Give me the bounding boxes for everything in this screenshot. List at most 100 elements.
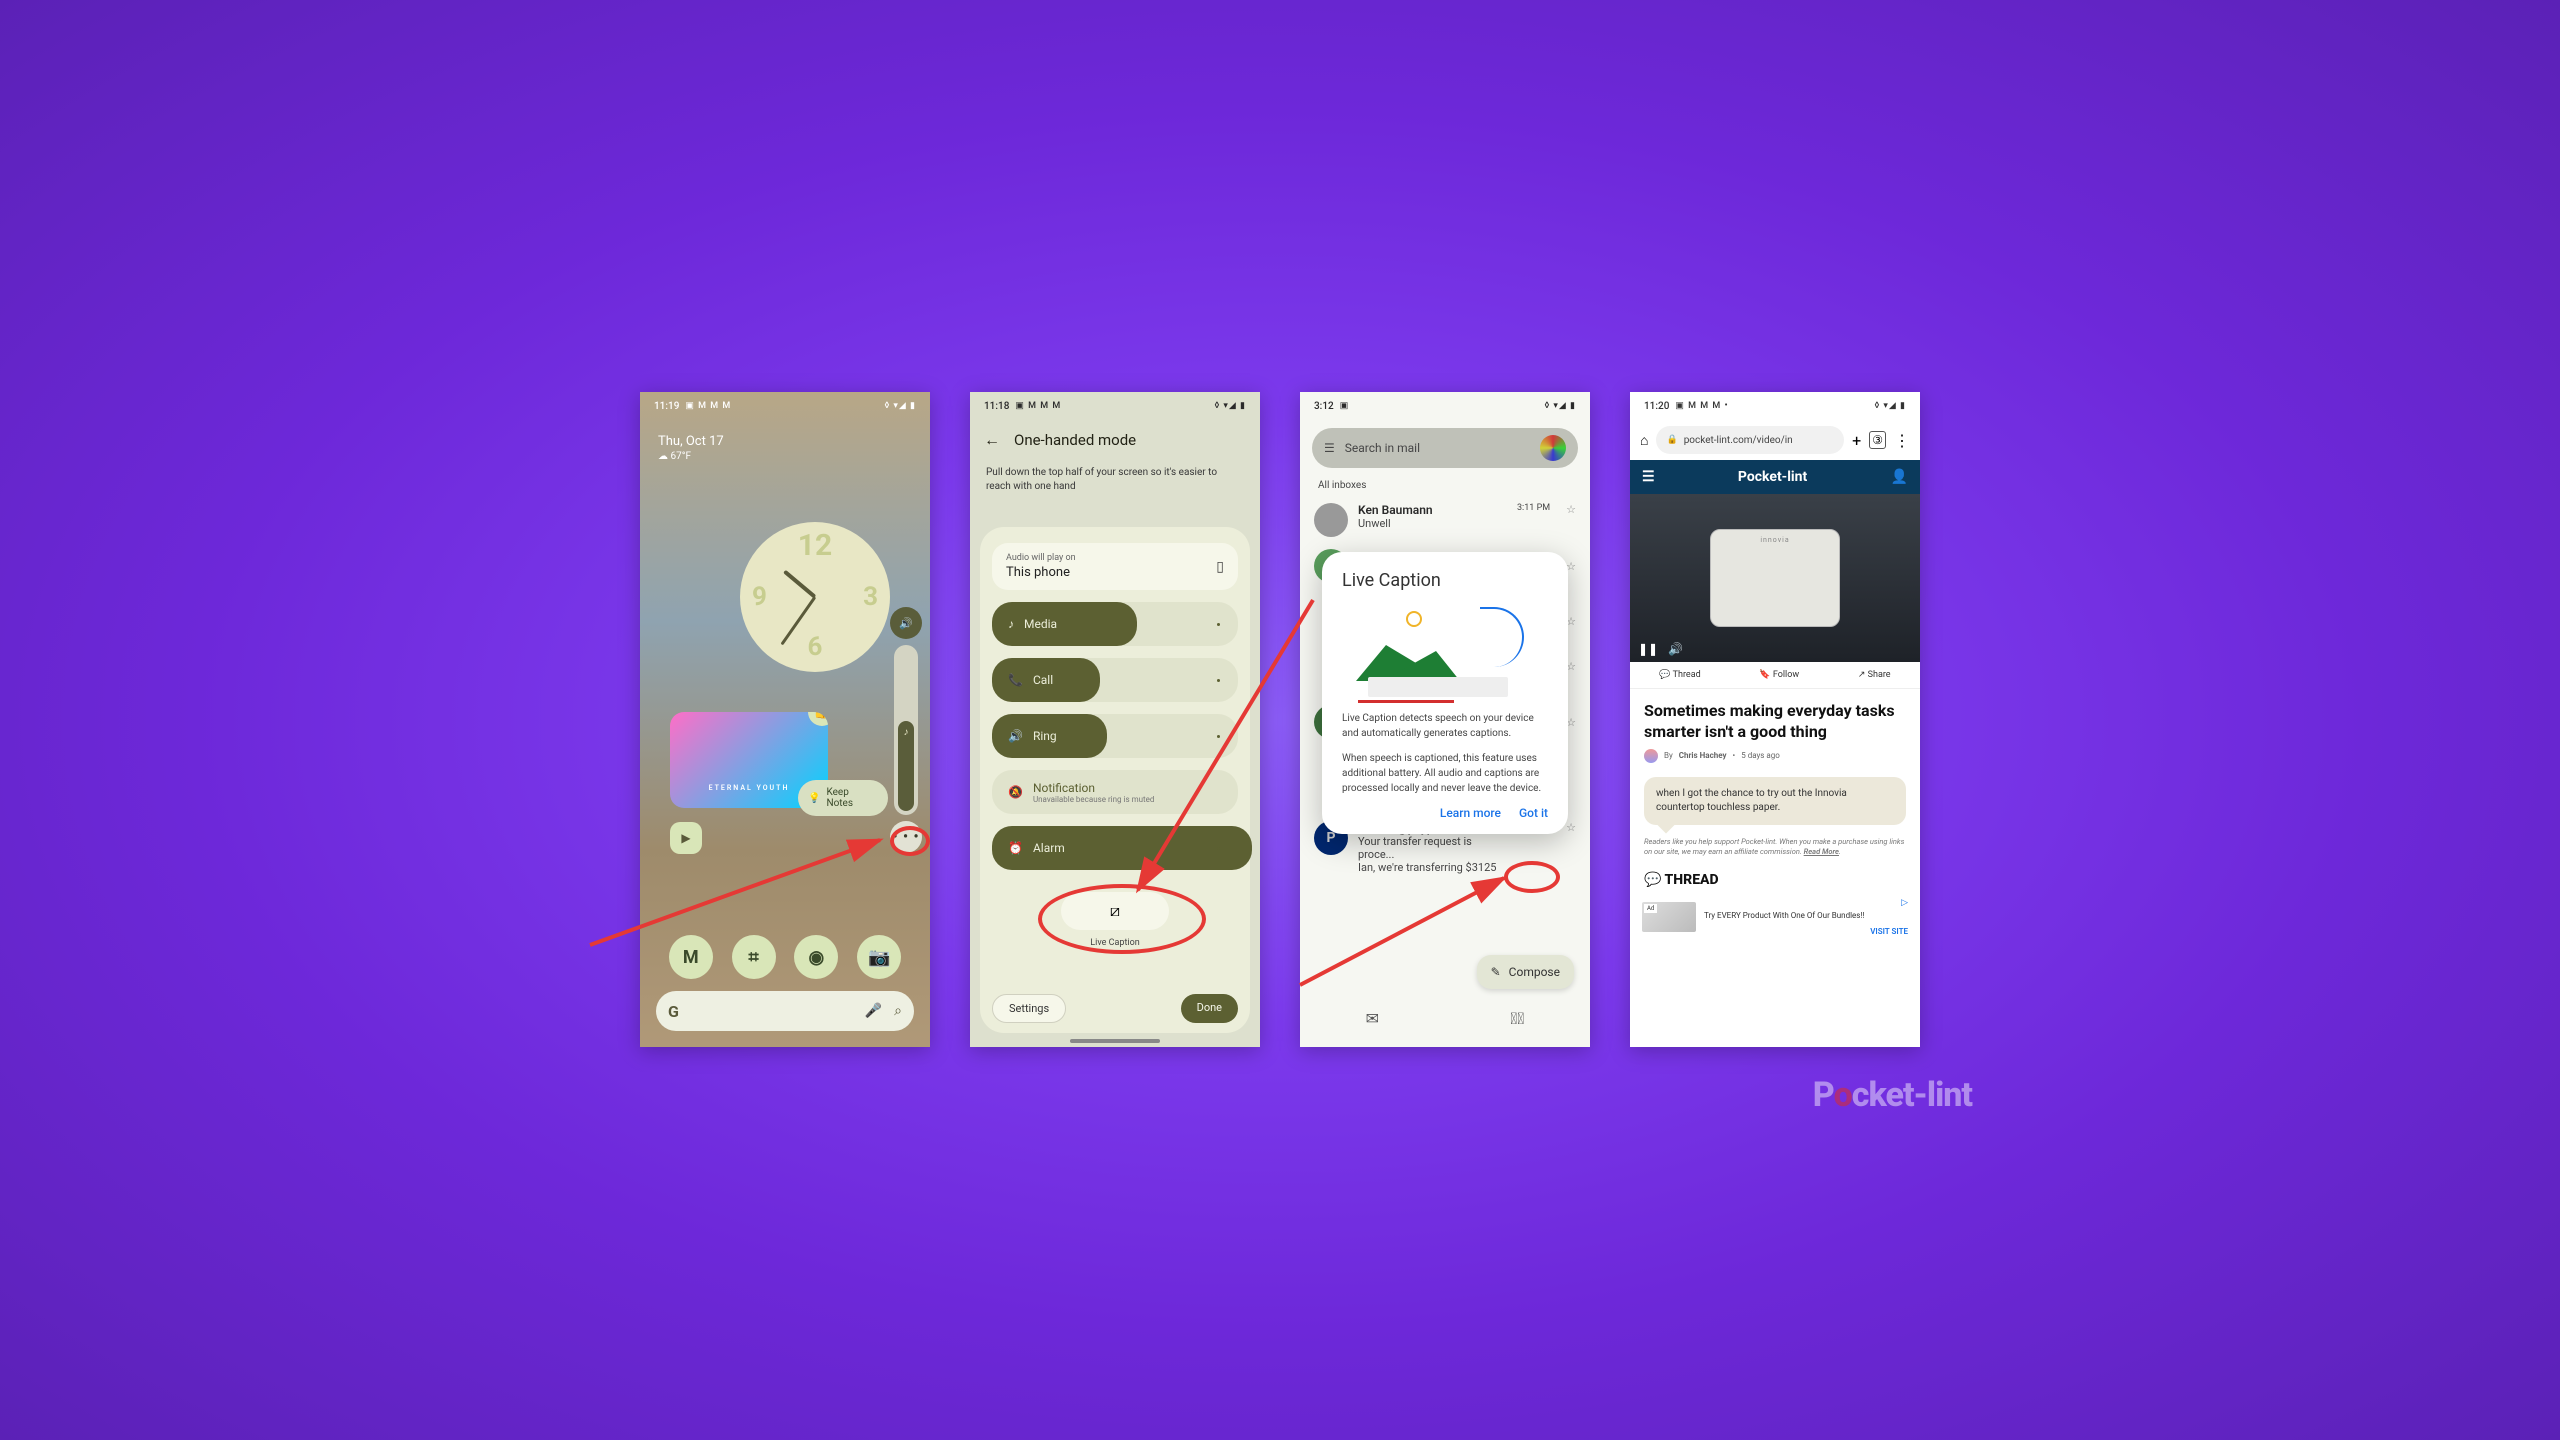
author-name[interactable]: Chris Hachey (1679, 751, 1727, 760)
url-bar[interactable]: 🔒 pocket-lint.com/video/in (1656, 426, 1844, 454)
call-label: Call (1033, 673, 1053, 687)
settings-header: ← One-handed mode (970, 420, 1260, 460)
pause-icon[interactable]: ❚❚ (1638, 642, 1658, 656)
play-button[interactable]: ▶ (670, 822, 702, 854)
share-action[interactable]: ↗ Share (1858, 670, 1891, 680)
status-left-icons: ▣ M M M • (1675, 401, 1728, 411)
sender-name: Ken Baumann (1358, 503, 1507, 517)
volume-output-icon[interactable]: 🔊 (890, 607, 922, 639)
live-caption-label: Live Caption (1090, 938, 1139, 948)
lens-icon[interactable]: ⌕ (894, 1003, 902, 1019)
status-right-icons: ◊ ▾◢ ▮ (885, 401, 916, 411)
status-time: 3:12 (1314, 401, 1334, 412)
star-icon[interactable]: ☆ (1566, 821, 1576, 834)
home-icon[interactable]: ⌂ (1640, 432, 1648, 449)
alarm-icon: ⏰ (1008, 841, 1023, 855)
tabs-icon[interactable]: ③ (1869, 431, 1886, 449)
dialog-para-1: Live Caption detects speech on your devi… (1342, 711, 1548, 741)
watermark: Pocket-lint (1813, 1075, 1972, 1115)
volume-more-button[interactable]: • • • (890, 821, 922, 853)
phone-2-volume-panel: 11:18 ▣ M M M ◊ ▾◢ ▮ ← One-handed mode P… (970, 392, 1260, 1047)
ad-visit-link[interactable]: VISIT SITE (1870, 927, 1908, 936)
thread-action[interactable]: 💬 Thread (1659, 670, 1700, 680)
sender-avatar (1314, 503, 1348, 537)
dialog-para-2: When speech is captioned, this feature u… (1342, 751, 1548, 796)
clock-3: 3 (863, 582, 878, 612)
menu-icon[interactable]: ☰ (1324, 441, 1335, 455)
gmail-app-icon[interactable]: M (669, 935, 713, 979)
clock-12: 12 (798, 528, 832, 563)
alarm-label: Alarm (1033, 841, 1065, 855)
article-actions: 💬 Thread 🔖 Follow ↗ Share (1630, 662, 1920, 689)
mic-icon[interactable]: 🎤 (865, 1003, 882, 1019)
done-button[interactable]: Done (1181, 994, 1238, 1023)
page-subtitle: Pull down the top half of your screen so… (970, 460, 1260, 508)
inbox-label: All inboxes (1300, 476, 1590, 495)
ad-unit[interactable]: Try EVERY Product With One Of Our Bundle… (1642, 898, 1908, 936)
email-preview: Your transfer request is proce... Ian, w… (1358, 835, 1502, 874)
status-left-icons: ▣ M M M (685, 401, 731, 411)
slack-app-icon[interactable]: ⌗ (732, 935, 776, 979)
url-text: pocket-lint.com/video/in (1684, 435, 1793, 446)
account-avatar[interactable] (1540, 435, 1566, 461)
camera-app-icon[interactable]: 📷 (857, 935, 901, 979)
follow-action[interactable]: 🔖 Follow (1759, 670, 1799, 680)
media-label: Media (1024, 617, 1057, 631)
weather-label: ☁ 67°F (658, 451, 912, 462)
page-title: One-handed mode (1014, 431, 1136, 449)
back-icon[interactable]: ← (984, 430, 1000, 450)
ad-text: Try EVERY Product With One Of Our Bundle… (1704, 911, 1908, 921)
site-logo[interactable]: Pocket-lint (1738, 469, 1807, 485)
status-left-icons: ▣ M M M (1015, 401, 1061, 411)
alarm-slider[interactable]: ⏰ Alarm (992, 826, 1238, 870)
notification-sublabel: Unavailable because ring is muted (1033, 795, 1154, 804)
byline: By Chris Hachey • 5 days ago (1630, 749, 1920, 773)
audio-output-card[interactable]: Audio will play on This phone ▯ (992, 543, 1238, 590)
date-weather-widget[interactable]: Thu, Oct 17 ☁ 67°F (640, 420, 930, 462)
status-time: 11:18 (984, 401, 1009, 412)
email-time: 3:11 PM (1517, 503, 1550, 513)
site-user-icon[interactable]: 👤 (1891, 469, 1908, 485)
email-row[interactable]: Ken Baumann Unwell 3:11 PM ☆ (1300, 495, 1590, 545)
gmail-search-bar[interactable]: ☰ Search in mail (1312, 428, 1578, 468)
compose-label: Compose (1509, 965, 1560, 979)
status-time: 11:19 (654, 401, 679, 412)
video-content (1710, 529, 1840, 627)
media-slider[interactable]: ♪Media (992, 602, 1238, 646)
call-slider[interactable]: 📞Call (992, 658, 1238, 702)
mail-tab-icon[interactable]: ✉ (1366, 1009, 1379, 1028)
dialog-illustration (1342, 607, 1548, 697)
video-player[interactable]: ❚❚ 🔊 (1630, 494, 1920, 662)
site-menu-icon[interactable]: ☰ (1642, 469, 1655, 485)
video-tab-icon[interactable]: ▢⃝ (1510, 1009, 1524, 1028)
volume-slider[interactable] (894, 645, 918, 815)
status-left-icons: ▣ (1340, 401, 1350, 411)
keep-notes-button[interactable]: 💡 Keep Notes (798, 780, 888, 816)
clock-9: 9 (752, 582, 767, 612)
star-icon[interactable]: ☆ (1566, 503, 1576, 516)
search-bar[interactable]: G 🎤 ⌕ (656, 991, 914, 1031)
compose-button[interactable]: ✎ Compose (1477, 955, 1574, 989)
clock-widget[interactable]: 12 3 6 9 (740, 522, 890, 672)
overflow-icon[interactable]: ⋮ (1894, 431, 1910, 450)
pencil-icon: ✎ (1491, 965, 1501, 979)
date-label: Thu, Oct 17 (658, 434, 912, 449)
learn-more-link[interactable]: Learn more (1440, 806, 1501, 820)
phone-4-browser: 11:20 ▣ M M M • ◊ ▾◢ ▮ ⌂ 🔒 pocket-lint.c… (1630, 392, 1920, 1047)
phone-icon: ▯ (1216, 559, 1224, 575)
dialog-title: Live Caption (1342, 570, 1548, 591)
by-prefix: By (1664, 751, 1673, 760)
settings-button[interactable]: Settings (992, 994, 1066, 1023)
ad-info-icon[interactable]: ▷ (1901, 898, 1908, 908)
volume-icon[interactable]: 🔊 (1668, 642, 1683, 656)
live-caption-toggle[interactable]: ⧄ (1061, 892, 1169, 930)
got-it-button[interactable]: Got it (1519, 806, 1548, 820)
chrome-app-icon[interactable]: ◉ (794, 935, 838, 979)
gesture-bar[interactable] (1070, 1039, 1160, 1043)
new-tab-icon[interactable]: + (1852, 431, 1861, 450)
ring-slider[interactable]: 🔊Ring (992, 714, 1238, 758)
read-more-link[interactable]: Read More (1804, 847, 1839, 856)
lock-icon: 🔒 (1666, 435, 1677, 445)
live-caption-overlay: when I got the chance to try out the Inn… (1644, 777, 1906, 825)
thumbs-up-icon[interactable]: 👍 (808, 712, 828, 726)
